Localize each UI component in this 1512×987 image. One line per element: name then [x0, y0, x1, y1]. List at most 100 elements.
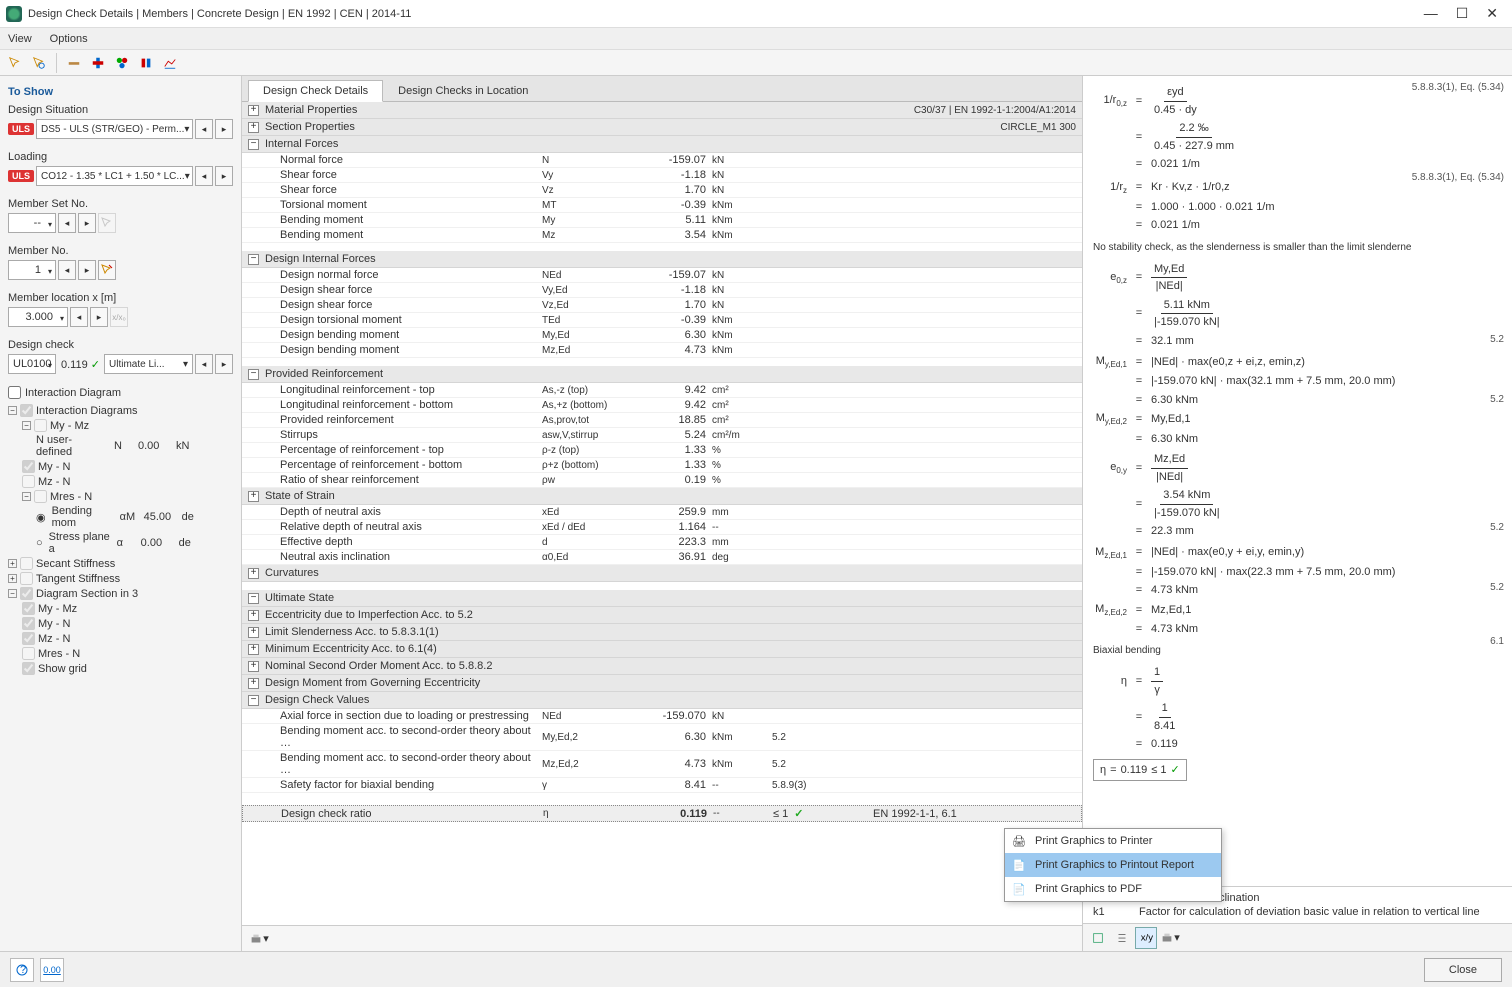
tool-colors-icon[interactable]: [111, 52, 133, 74]
tool-section-icon[interactable]: [87, 52, 109, 74]
tab-design-check-details[interactable]: Design Check Details: [248, 80, 383, 102]
print-to-pdf[interactable]: 📄Print Graphics to PDF: [1005, 877, 1221, 901]
table-row[interactable]: Stirrupsasw,V,stirrup5.24cm²/m: [242, 428, 1082, 443]
formula-panel[interactable]: 5.8.8.3(1), Eq. (5.34) 1/r0,z=εyd0.45 · …: [1083, 76, 1512, 886]
print-to-printer[interactable]: 🖨Print Graphics to Printer: [1005, 829, 1221, 853]
table-row[interactable]: Bending momentMy5.11kNm: [242, 213, 1082, 228]
dc-code[interactable]: UL0100: [8, 354, 56, 374]
rtb-export-icon[interactable]: [1087, 927, 1109, 949]
ml-next[interactable]: ▸: [90, 307, 108, 327]
to-show-header: To Show: [8, 86, 233, 98]
table-row[interactable]: Provided reinforcementAs,prov,tot18.85cm…: [242, 413, 1082, 428]
results-grid[interactable]: +Material PropertiesC30/37 | EN 1992-1-1…: [242, 102, 1082, 925]
table-row[interactable]: Bending moment acc. to second-order theo…: [242, 751, 1082, 778]
table-row[interactable]: Percentage of reinforcement - topρ-z (to…: [242, 443, 1082, 458]
table-row[interactable]: Design bending momentMz,Ed4.73kNm: [242, 343, 1082, 358]
svg-text:?: ?: [20, 964, 26, 976]
titlebar: Design Check Details | Members | Concret…: [0, 0, 1512, 28]
memberloc-label: Member location x [m]: [8, 292, 233, 304]
tool-pick-2[interactable]: [28, 52, 50, 74]
window-title: Design Check Details | Members | Concret…: [28, 8, 411, 20]
rtb-print-dropdown[interactable]: ▾: [1159, 927, 1181, 949]
ds-prev[interactable]: ◂: [195, 119, 213, 139]
separator: [56, 53, 57, 73]
interaction-tree: −Interaction Diagrams −My - Mz N user-de…: [8, 403, 233, 676]
table-row[interactable]: Longitudinal reinforcement - bottomAs,+z…: [242, 398, 1082, 413]
rtb-formula-icon[interactable]: x/y: [1135, 927, 1157, 949]
dc-prev[interactable]: ◂: [195, 354, 213, 374]
loading-dropdown[interactable]: CO12 - 1.35 * LC1 + 1.50 * LC...: [36, 166, 193, 186]
table-row[interactable]: Design normal forceNEd-159.07kN: [242, 268, 1082, 283]
window-maximize[interactable]: ☐: [1456, 5, 1469, 22]
formula-ref: 5.8.8.3(1), Eq. (5.34): [1412, 80, 1504, 95]
footer-units-icon[interactable]: 0.00: [40, 958, 64, 982]
memberloc-input[interactable]: 3.000: [8, 307, 68, 327]
close-button[interactable]: Close: [1424, 958, 1502, 982]
tool-pick-1[interactable]: [4, 52, 26, 74]
tab-design-checks-location[interactable]: Design Checks in Location: [383, 80, 543, 101]
table-row[interactable]: Axial force in section due to loading or…: [242, 709, 1082, 724]
memberno-input[interactable]: 1: [8, 260, 56, 280]
ms-prev[interactable]: ◂: [58, 213, 76, 233]
rtb-list-icon[interactable]: [1111, 927, 1133, 949]
table-row[interactable]: Bending moment acc. to second-order theo…: [242, 724, 1082, 751]
design-situation-label: Design Situation: [8, 104, 233, 116]
right-panel: 5.8.8.3(1), Eq. (5.34) 1/r0,z=εyd0.45 · …: [1082, 76, 1512, 951]
table-row[interactable]: Design shear forceVz,Ed1.70kN: [242, 298, 1082, 313]
mn-next[interactable]: ▸: [78, 260, 96, 280]
dc-type-dropdown[interactable]: Ultimate Li...: [104, 354, 193, 374]
designcheck-label: Design check: [8, 339, 233, 351]
interaction-checkbox[interactable]: [8, 386, 21, 399]
lo-next[interactable]: ▸: [215, 166, 233, 186]
menubar: View Options: [0, 28, 1512, 50]
ds-badge: ULS: [8, 123, 34, 135]
table-row[interactable]: Design shear forceVy,Ed-1.18kN: [242, 283, 1082, 298]
footer: ? 0.00 Close: [0, 951, 1512, 987]
memberset-label: Member Set No.: [8, 198, 233, 210]
lo-badge: ULS: [8, 170, 34, 182]
menu-options[interactable]: Options: [50, 33, 88, 45]
left-panel: To Show Design Situation ULS DS5 - ULS (…: [0, 76, 242, 951]
ds-next[interactable]: ▸: [215, 119, 233, 139]
table-row[interactable]: Relative depth of neutral axisxEd / dEd1…: [242, 520, 1082, 535]
window-minimize[interactable]: —: [1424, 5, 1438, 22]
table-row[interactable]: Design bending momentMy,Ed6.30kNm: [242, 328, 1082, 343]
table-row[interactable]: Normal forceN-159.07kN: [242, 153, 1082, 168]
print-menu: 🖨Print Graphics to Printer 📄Print Graphi…: [1004, 828, 1222, 902]
table-row[interactable]: Percentage of reinforcement - bottomρ+z …: [242, 458, 1082, 473]
mn-pick-icon[interactable]: [98, 260, 116, 280]
app-icon: [6, 6, 22, 22]
mn-prev[interactable]: ◂: [58, 260, 76, 280]
table-row[interactable]: Torsional momentMT-0.39kNm: [242, 198, 1082, 213]
lo-prev[interactable]: ◂: [195, 166, 213, 186]
design-situation-dropdown[interactable]: DS5 - ULS (STR/GEO) - Perm...: [36, 119, 193, 139]
dc-next[interactable]: ▸: [215, 354, 233, 374]
footer-help-icon[interactable]: ?: [10, 958, 34, 982]
table-row[interactable]: Ratio of shear reinforcementρw0.19%: [242, 473, 1082, 488]
table-row[interactable]: Neutral axis inclinationα0,Ed36.91deg: [242, 550, 1082, 565]
tool-diagram-icon[interactable]: [135, 52, 157, 74]
memberno-label: Member No.: [8, 245, 233, 257]
loading-label: Loading: [8, 151, 233, 163]
tool-chart-icon[interactable]: [159, 52, 181, 74]
print-to-report[interactable]: 📄Print Graphics to Printout Report: [1005, 853, 1221, 877]
table-row[interactable]: Effective depthd223.3mm: [242, 535, 1082, 550]
table-row[interactable]: Bending momentMz3.54kNm: [242, 228, 1082, 243]
ms-next[interactable]: ▸: [78, 213, 96, 233]
right-toolbar: x/y ▾: [1083, 923, 1512, 951]
table-row[interactable]: Longitudinal reinforcement - topAs,-z (t…: [242, 383, 1082, 398]
stability-note: No stability check, as the slenderness i…: [1093, 240, 1502, 255]
memberset-input[interactable]: --: [8, 213, 56, 233]
table-row[interactable]: Shear forceVy-1.18kN: [242, 168, 1082, 183]
grid-print-icon[interactable]: ▾: [248, 928, 270, 950]
table-row[interactable]: Depth of neutral axisxEd259.9mm: [242, 505, 1082, 520]
table-row[interactable]: Shear forceVz1.70kN: [242, 183, 1082, 198]
window-close[interactable]: ✕: [1486, 5, 1498, 22]
ms-pick-icon: [98, 213, 116, 233]
tool-beam-icon[interactable]: [63, 52, 85, 74]
design-check-ratio-row[interactable]: Design check ratio η 0.119 -- ≤ 1✓ EN 19…: [242, 805, 1082, 822]
table-row[interactable]: Design torsional momentTEd-0.39kNm: [242, 313, 1082, 328]
ml-prev[interactable]: ◂: [70, 307, 88, 327]
table-row[interactable]: Safety factor for biaxial bendingγ8.41--…: [242, 778, 1082, 793]
menu-view[interactable]: View: [8, 33, 32, 45]
